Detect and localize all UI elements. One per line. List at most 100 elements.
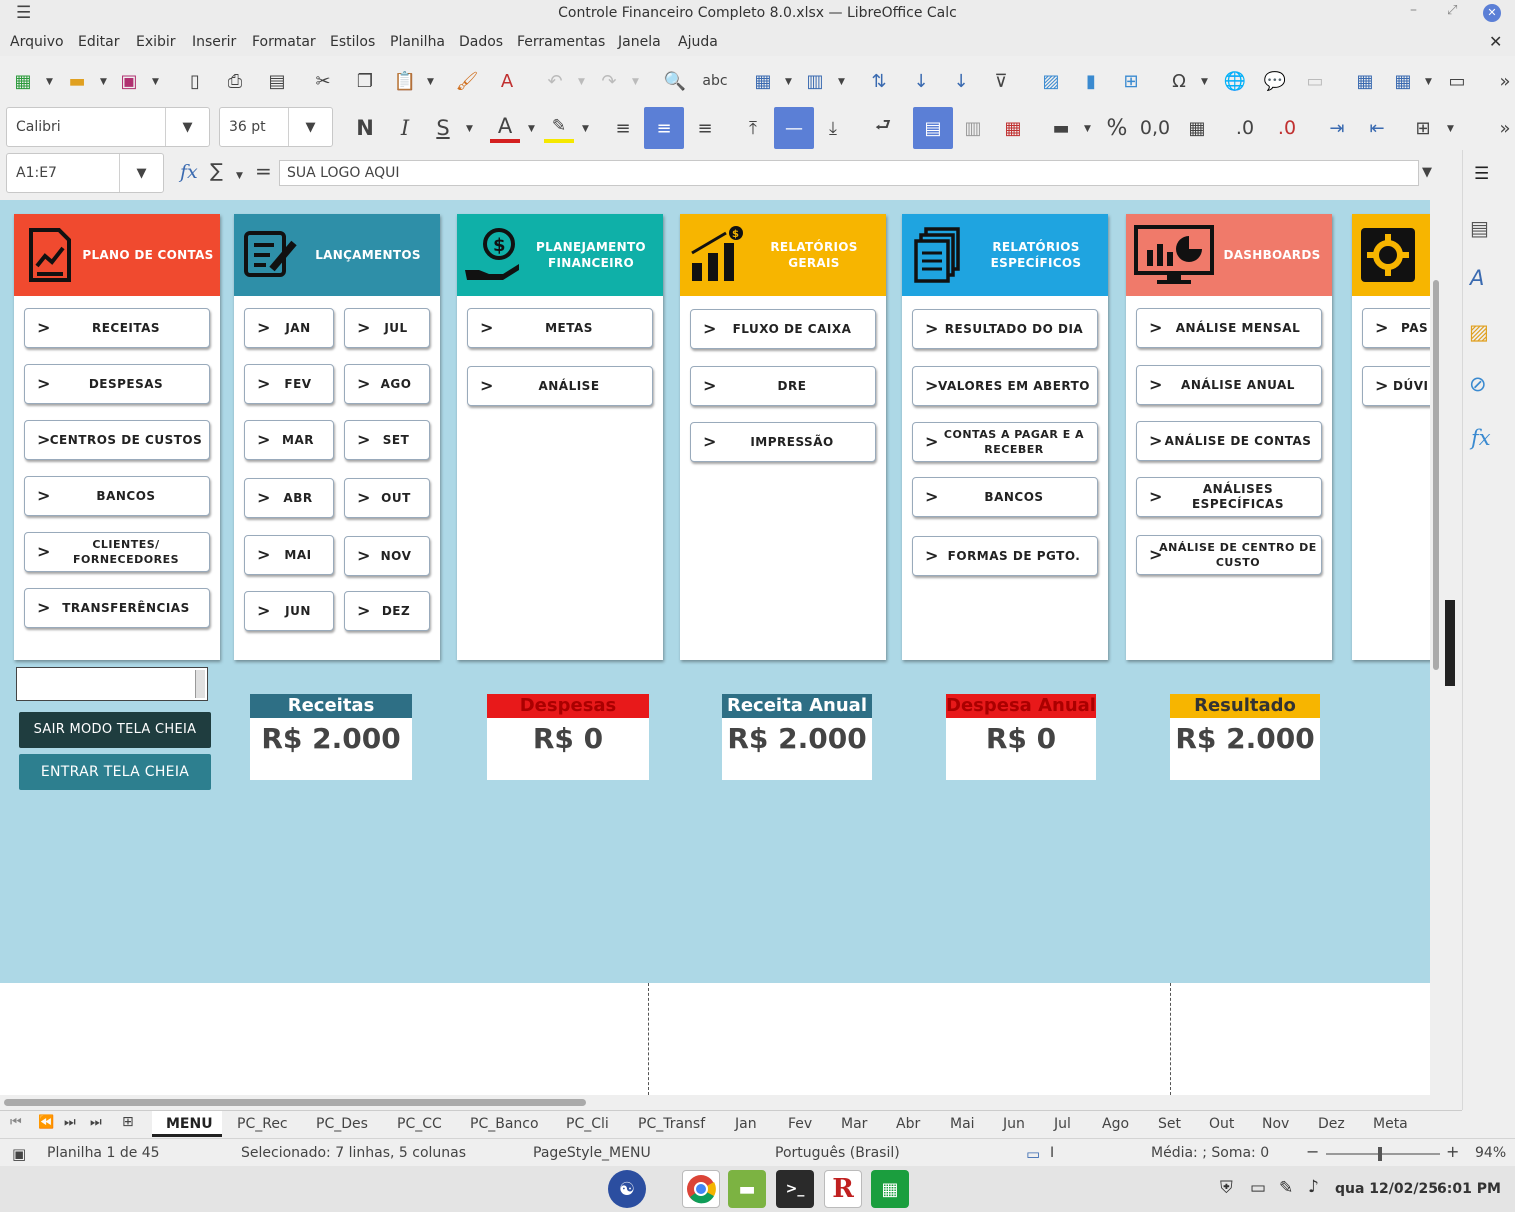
pen-icon[interactable]: ✎ (1279, 1178, 1293, 1198)
sort-descending-icon[interactable]: ↓ (946, 66, 976, 96)
save-icon[interactable]: ▣ (114, 66, 144, 96)
column-icon[interactable]: ▥ (800, 66, 830, 96)
btn-duvidas[interactable]: > DÚVI (1362, 366, 1430, 406)
menu-editar[interactable]: Editar (78, 34, 119, 50)
tab-mai[interactable]: Mai (950, 1116, 975, 1132)
btn-analises-especificas[interactable]: > ANÁLISES ESPECÍFICAS (1136, 477, 1322, 517)
btn-analise-de-contas[interactable]: > ANÁLISE DE CONTAS (1136, 421, 1322, 461)
menu-estilos[interactable]: Estilos (330, 34, 375, 50)
zoom-level[interactable]: 94% (1475, 1145, 1506, 1161)
tab-fev[interactable]: Fev (788, 1116, 812, 1132)
insert-chart-icon[interactable]: ▮ (1076, 66, 1106, 96)
font-name-combo[interactable]: Calibri ▼ (6, 107, 210, 147)
btn-jul[interactable]: > JUL (344, 308, 430, 348)
split-window-icon[interactable]: ▭ (1442, 66, 1472, 96)
zoom-out-icon[interactable]: − (1306, 1142, 1319, 1161)
maximize-icon[interactable]: ⤢ (1447, 3, 1457, 18)
btn-receitas[interactable]: > RECEITAS (24, 308, 210, 348)
zoom-slider[interactable] (1326, 1147, 1440, 1161)
cut-icon[interactable]: ✂ (308, 66, 338, 96)
tab-pc-transf[interactable]: PC_Transf (638, 1116, 705, 1132)
menu-planilha[interactable]: Planilha (390, 34, 445, 50)
chevron-down-icon[interactable]: ▼ (152, 77, 159, 87)
panel-header[interactable]: RELATÓRIOS ESPECÍFICOS (902, 214, 1108, 296)
special-character-icon[interactable]: Ω (1164, 66, 1194, 96)
btn-analise-anual[interactable]: > ANÁLISE ANUAL (1136, 365, 1322, 405)
chevron-down-icon[interactable]: ▼ (288, 108, 332, 146)
align-middle-icon[interactable]: — (774, 107, 814, 149)
chevron-down-icon[interactable]: ▼ (1201, 77, 1208, 87)
next-sheet-icon[interactable]: ⏭ (64, 1115, 76, 1130)
enter-fullscreen-button[interactable]: ENTRAR TELA CHEIA (19, 754, 211, 790)
btn-impressao[interactable]: > IMPRESSÃO (690, 422, 876, 462)
insert-mode-icon[interactable]: I (1050, 1145, 1054, 1161)
tab-ago[interactable]: Ago (1102, 1116, 1129, 1132)
chevron-down-icon[interactable]: ▼ (582, 124, 589, 134)
tab-pc-banco[interactable]: PC_Banco (470, 1116, 539, 1132)
chevron-down-icon[interactable]: ▼ (838, 77, 845, 87)
font-size-combo[interactable]: 36 pt ▼ (219, 107, 333, 147)
name-box[interactable]: A1:E7 ▼ (6, 153, 164, 193)
define-print-area-icon[interactable]: ▦ (1350, 66, 1380, 96)
new-document-icon[interactable]: ▦ (8, 66, 38, 96)
tab-pc-rec[interactable]: PC_Rec (237, 1116, 288, 1132)
btn-mai[interactable]: > MAI (244, 535, 334, 575)
menu-arquivo[interactable]: Arquivo (10, 34, 64, 50)
open-folder-icon[interactable]: ▬ (62, 66, 92, 96)
styles-icon[interactable]: A (1470, 266, 1484, 290)
btn-analise-mensal[interactable]: > ANÁLISE MENSAL (1136, 308, 1322, 348)
btn-bancos-rel[interactable]: > BANCOS (912, 477, 1098, 517)
clone-formatting-icon[interactable]: 🖌 (452, 66, 482, 96)
add-sheet-icon[interactable]: ⊞ (122, 1114, 134, 1130)
btn-fev[interactable]: > FEV (244, 364, 334, 404)
menu-exibir[interactable]: Exibir (136, 34, 176, 50)
menu-formatar[interactable]: Formatar (252, 34, 316, 50)
btn-abr[interactable]: > ABR (244, 478, 334, 518)
font-color-icon[interactable]: A (490, 113, 520, 143)
btn-passo-a-passo[interactable]: > PAS (1362, 308, 1430, 348)
btn-analise[interactable]: > ANÁLISE (467, 366, 653, 406)
display-icon[interactable]: ▭ (1250, 1178, 1266, 1198)
sheet-grid[interactable]: PLANO DE CONTAS > RECEITAS > DESPESAS > CEN… (0, 200, 1430, 983)
taskbar-date[interactable]: qua 12/02/25 (1335, 1181, 1438, 1197)
insert-image-icon[interactable]: ▨ (1036, 66, 1066, 96)
paste-icon[interactable]: 📋 (390, 66, 420, 96)
btn-resultado-do-dia[interactable]: > RESULTADO DO DIA (912, 309, 1098, 349)
sort-icon[interactable]: ⇅ (864, 66, 894, 96)
chevron-down-icon[interactable]: ▼ (236, 171, 243, 181)
panel-header[interactable]: $ RELATÓRIOS GERAIS (680, 214, 886, 296)
sidebar-collapse-handle[interactable] (1445, 600, 1455, 686)
number-format-icon[interactable]: 0,0 (1140, 113, 1170, 143)
tab-meta[interactable]: Meta (1373, 1116, 1408, 1132)
merge-cells-icon[interactable]: ▥ (958, 113, 988, 143)
formula-input[interactable]: SUA LOGO AQUI (279, 160, 1419, 186)
document-modified-icon[interactable]: ▣ (12, 1145, 26, 1163)
language[interactable]: Português (Brasil) (775, 1145, 900, 1161)
chevron-down-icon[interactable]: ▼ (578, 77, 585, 87)
r-app-icon[interactable]: R (824, 1170, 862, 1208)
tab-set[interactable]: Set (1158, 1116, 1181, 1132)
tab-pc-des[interactable]: PC_Des (316, 1116, 368, 1132)
btn-jun[interactable]: > JUN (244, 591, 334, 631)
minimize-icon[interactable]: – (1410, 2, 1417, 18)
btn-valores-em-aberto[interactable]: > VALORES EM ABERTO (912, 366, 1098, 406)
merge-center-icon[interactable]: ▤ (913, 107, 953, 149)
terminal-icon[interactable]: >_ (776, 1170, 814, 1208)
underline-icon[interactable]: S (428, 113, 458, 143)
navigator-icon[interactable]: ⊘ (1469, 372, 1487, 396)
chevron-down-icon[interactable]: ▼ (1447, 124, 1454, 134)
last-sheet-icon[interactable]: ⏭ (90, 1115, 102, 1130)
tab-jul[interactable]: Jul (1054, 1116, 1071, 1132)
horizontal-scroll-thumb[interactable] (4, 1099, 586, 1106)
btn-fluxo-de-caixa[interactable]: > FLUXO DE CAIXA (690, 309, 876, 349)
align-bottom-icon[interactable]: ⤓ (818, 113, 848, 143)
volume-icon[interactable]: ♪ (1308, 1177, 1319, 1197)
panel-header[interactable]: PLANO DE CONTAS (14, 214, 220, 296)
close-document-icon[interactable]: ✕ (1489, 32, 1502, 51)
sheet-empty-area[interactable] (0, 983, 1430, 1107)
clear-formatting-icon[interactable]: A (492, 66, 522, 96)
chevron-down-icon[interactable]: ▼ (46, 77, 53, 87)
chevron-down-icon[interactable]: ▼ (427, 77, 434, 87)
btn-mar[interactable]: > MAR (244, 420, 334, 460)
selection-mode-icon[interactable]: ▭ (1026, 1145, 1040, 1163)
